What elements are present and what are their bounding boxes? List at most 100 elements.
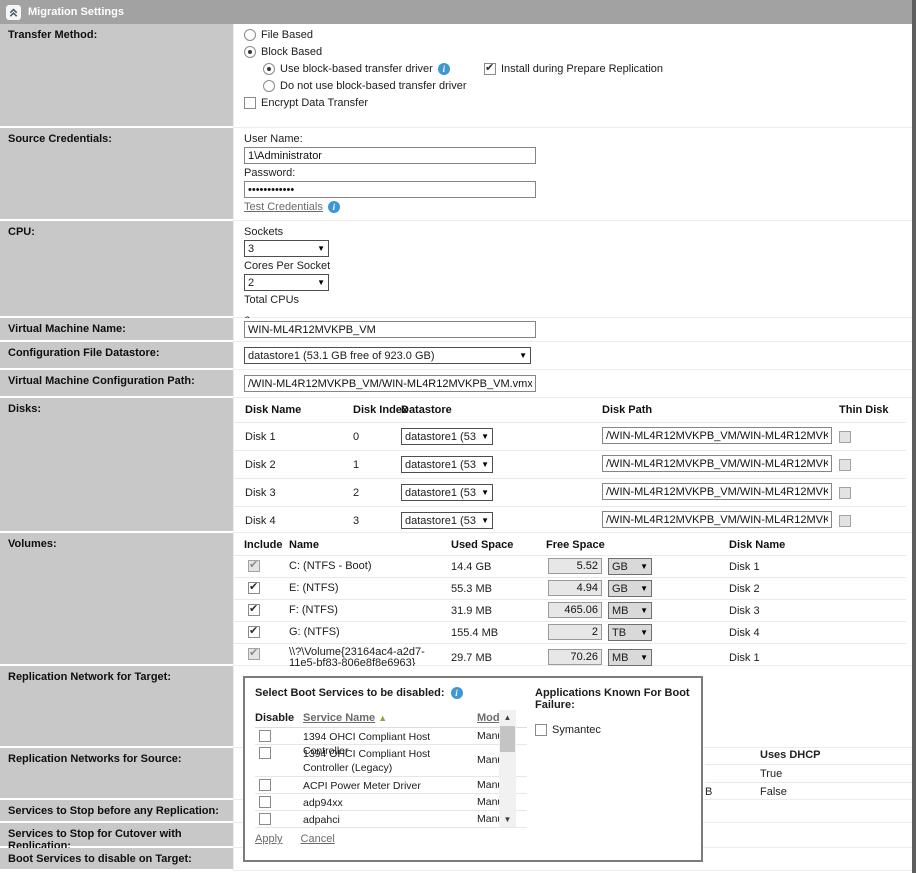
free-space-input[interactable] [548, 580, 602, 596]
col-disk-name: Disk Name [245, 404, 301, 416]
include-checkbox [248, 560, 260, 572]
scroll-up-icon[interactable]: ▲ [499, 710, 516, 725]
service-name-sort-link[interactable]: Service Name [303, 712, 375, 724]
disk-path-input[interactable] [602, 427, 832, 444]
col-service-name[interactable]: Service Name ▲ [303, 712, 387, 724]
col-disk-index: Disk Index [353, 404, 408, 416]
thin-disk-checkbox [839, 431, 851, 443]
chevron-down-icon: ▼ [640, 628, 648, 637]
file-based-radio[interactable] [244, 29, 256, 41]
free-space-unit-select[interactable]: MB ▼ [608, 602, 652, 619]
disable-service-checkbox[interactable] [259, 747, 271, 759]
page-title: Migration Settings [28, 6, 124, 18]
disk-name: Disk 2 [245, 459, 276, 471]
disk-datastore-select[interactable]: datastore1 (53.1 GB free of 923.0 GB) ▼ [401, 456, 493, 473]
col-datastore: Datastore [401, 404, 452, 416]
sockets-select[interactable]: 3 ▼ [244, 240, 329, 257]
file-based-option[interactable]: File Based [244, 29, 912, 41]
encrypt-option[interactable]: Encrypt Data Transfer [244, 97, 912, 109]
col-used-space: Used Space [451, 539, 513, 551]
label-transfer-method: Transfer Method: [0, 24, 233, 128]
free-space-input[interactable] [548, 602, 602, 618]
label-vm-config-path: Virtual Machine Configuration Path: [0, 370, 233, 398]
vm-name-field[interactable] [244, 321, 536, 338]
install-prepare-option[interactable]: Install during Prepare Replication [484, 63, 663, 75]
free-space-unit-select[interactable]: MB ▼ [608, 649, 652, 666]
chevron-down-icon: ▼ [481, 488, 489, 497]
services-scrollbar[interactable]: ▲ ▼ [499, 710, 516, 827]
popup-title: Select Boot Services to be disabled: [255, 687, 445, 699]
block-based-option[interactable]: Block Based [244, 46, 912, 58]
thin-disk-checkbox [839, 515, 851, 527]
use-driver-option[interactable]: Use block-based transfer driver i Instal… [263, 63, 912, 75]
symantec-option[interactable]: Symantec [535, 724, 700, 736]
use-driver-radio[interactable] [263, 63, 275, 75]
disks-table-body: Disk 1 0 datastore1 (53.1 GB free of 923… [234, 422, 906, 534]
free-space-input[interactable] [548, 558, 602, 574]
disk-path-input[interactable] [602, 455, 832, 472]
disk-path-input[interactable] [602, 483, 832, 500]
volume-row: C: (NTFS - Boot) 14.4 GB GB ▼ Disk 1 [234, 555, 906, 577]
install-prepare-label: Install during Prepare Replication [501, 63, 663, 75]
disk-name: Disk 4 [245, 515, 276, 527]
volume-name: C: (NTFS - Boot) [289, 561, 449, 572]
free-space-unit-select[interactable]: GB ▼ [608, 580, 652, 597]
label-services-stop-before: Services to Stop before any Replication: [0, 800, 233, 823]
install-prepare-checkbox[interactable] [484, 63, 496, 75]
block-based-radio[interactable] [244, 46, 256, 58]
cores-select[interactable]: 2 ▼ [244, 274, 329, 291]
scrollbar-thumb[interactable] [500, 726, 515, 752]
apply-button[interactable]: Apply [255, 833, 283, 845]
services-list: Disable Service Name ▲ Mode 1394 OHCI Co… [255, 710, 527, 828]
chevron-down-icon: ▼ [481, 516, 489, 525]
cancel-button[interactable]: Cancel [301, 833, 335, 845]
scroll-down-icon[interactable]: ▼ [499, 812, 516, 827]
free-space-unit-select[interactable]: GB ▼ [608, 558, 652, 575]
disable-service-checkbox[interactable] [259, 813, 271, 825]
include-checkbox[interactable] [248, 604, 260, 616]
test-credentials-link[interactable]: Test Credentials [244, 201, 323, 213]
cores-label: Cores Per Socket [244, 260, 912, 272]
test-credentials-info-icon[interactable]: i [328, 201, 340, 213]
cores-value: 2 [248, 277, 313, 289]
file-based-label: File Based [261, 29, 313, 41]
disable-service-checkbox[interactable] [259, 796, 271, 808]
use-driver-info-icon[interactable]: i [438, 63, 450, 75]
volume-used-space: 55.3 MB [451, 583, 492, 595]
volume-disk-name: Disk 2 [729, 583, 760, 595]
include-checkbox[interactable] [248, 626, 260, 638]
config-datastore-select[interactable]: datastore1 (53.1 GB free of 923.0 GB) ▼ [244, 347, 531, 364]
service-row: 1394 OHCI Compliant Host Controller (Leg… [255, 745, 527, 777]
volume-name: E: (NTFS) [289, 583, 449, 594]
vm-config-path-field[interactable] [244, 375, 536, 392]
volume-disk-name: Disk 1 [729, 652, 760, 664]
disk-index: 1 [353, 459, 359, 471]
free-space-unit-select[interactable]: TB ▼ [608, 624, 652, 641]
no-driver-option[interactable]: Do not use block-based transfer driver [263, 80, 912, 92]
chevron-down-icon: ▼ [640, 584, 648, 593]
symantec-checkbox[interactable] [535, 724, 547, 736]
password-field[interactable] [244, 181, 536, 198]
sockets-value: 3 [248, 243, 313, 255]
volume-name: F: (NTFS) [289, 605, 449, 616]
section-header-bar[interactable]: Migration Settings [0, 0, 912, 24]
disk-path-input[interactable] [602, 511, 832, 528]
user-name-field[interactable] [244, 147, 536, 164]
chevron-down-icon: ▼ [481, 460, 489, 469]
disk-datastore-select[interactable]: datastore1 (53.1 GB free of 923.0 GB) ▼ [401, 428, 493, 445]
popup-info-icon[interactable]: i [451, 687, 463, 699]
label-vm-name: Virtual Machine Name: [0, 318, 233, 342]
disable-service-checkbox[interactable] [259, 730, 271, 742]
disk-datastore-select[interactable]: datastore1 (53.1 GB free of 923.0 GB) ▼ [401, 484, 493, 501]
no-driver-radio[interactable] [263, 80, 275, 92]
apps-title: Applications Known For Boot Failure: [535, 687, 700, 711]
include-checkbox[interactable] [248, 582, 260, 594]
volume-used-space: 29.7 MB [451, 652, 492, 664]
sockets-label: Sockets [244, 226, 912, 238]
encrypt-checkbox[interactable] [244, 97, 256, 109]
disk-datastore-select[interactable]: datastore1 (53.1 GB free of 923.0 GB) ▼ [401, 512, 493, 529]
free-space-input[interactable] [548, 649, 602, 665]
collapse-section-icon[interactable] [6, 5, 21, 20]
disable-service-checkbox[interactable] [259, 779, 271, 791]
free-space-input[interactable] [548, 624, 602, 640]
